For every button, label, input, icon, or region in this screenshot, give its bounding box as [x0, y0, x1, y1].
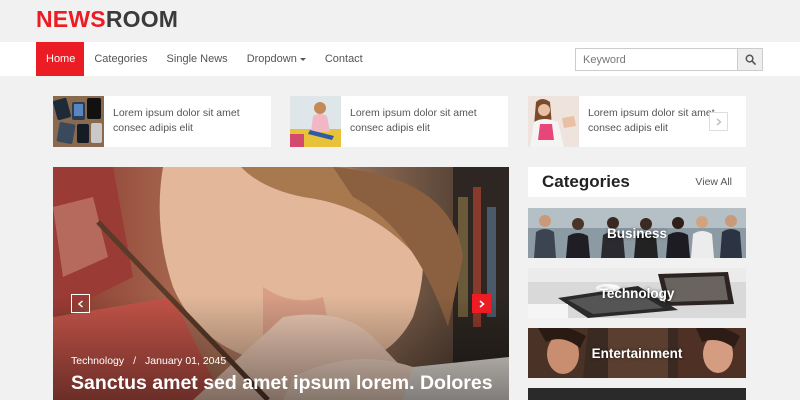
ticker-thumbnail-devices [53, 96, 104, 147]
hero-category-link[interactable]: Technology [71, 355, 124, 367]
ticker-item[interactable]: Lorem ipsum dolor sit amet consec adipis… [290, 96, 508, 147]
ticker-item[interactable]: Lorem ipsum dolor sit amet consec adipis… [53, 96, 271, 147]
search-input[interactable] [575, 48, 737, 71]
category-label: Entertainment [591, 345, 683, 361]
ticker-headline: Lorem ipsum dolor sit amet [350, 107, 477, 119]
hero-meta: Technology / January 01, 2045 [71, 355, 226, 367]
nav-menu: Home Categories Single News Dropdown Con… [36, 42, 373, 76]
category-tile-business[interactable]: Business [528, 208, 746, 258]
category-tile-more[interactable] [528, 388, 746, 400]
category-label: Business [606, 225, 668, 241]
nav-item-home[interactable]: Home [36, 42, 85, 76]
meta-separator: / [133, 355, 137, 367]
ticker-thumbnail-woman [528, 96, 579, 147]
nav-item-single-news[interactable]: Single News [158, 42, 237, 76]
site-logo[interactable]: NEWSROOM [36, 6, 178, 33]
category-tile-technology[interactable]: Technology [528, 268, 746, 318]
caret-down-icon [299, 57, 306, 61]
hero-date: January 01, 2045 [145, 355, 227, 367]
nav-item-contact[interactable]: Contact [316, 42, 372, 76]
category-tile-entertainment[interactable]: Entertainment [528, 328, 746, 378]
ticker-headline: Lorem ipsum dolor sit amet [588, 107, 715, 119]
nav-dropdown-label: Dropdown [246, 53, 297, 65]
nav-item-categories[interactable]: Categories [85, 42, 156, 76]
hero-slider[interactable]: Technology / January 01, 2045 Sanctus am… [53, 167, 509, 400]
hero-prev-button[interactable] [71, 294, 90, 313]
hero-next-button[interactable] [472, 294, 491, 313]
search-icon [745, 54, 756, 65]
logo-part-room: ROOM [105, 6, 179, 32]
search-button[interactable] [737, 48, 763, 71]
categories-header: Categories View All [528, 167, 746, 197]
ticker-next-button[interactable] [709, 112, 728, 131]
ticker-subline: consec adipis elit [350, 122, 430, 134]
chevron-left-icon [77, 299, 83, 308]
nav-item-dropdown[interactable]: Dropdown [238, 42, 315, 76]
chevron-right-icon [716, 117, 722, 126]
hero-title[interactable]: Sanctus amet sed amet ipsum lorem. Dolor… [71, 372, 493, 395]
view-all-link[interactable]: View All [695, 176, 732, 188]
categories-title: Categories [542, 172, 630, 191]
chevron-right-icon [478, 299, 485, 308]
ticker-headline: Lorem ipsum dolor sit amet [113, 107, 240, 119]
main-navbar: Home Categories Single News Dropdown Con… [0, 42, 800, 76]
ticker-subline: consec adipis elit [588, 122, 668, 134]
search-form [575, 48, 763, 71]
ticker-thumbnail-girl [290, 96, 341, 147]
logo-part-news: NEWS [36, 6, 106, 32]
ticker-subline: consec adipis elit [113, 122, 193, 134]
category-label: Technology [599, 285, 675, 301]
